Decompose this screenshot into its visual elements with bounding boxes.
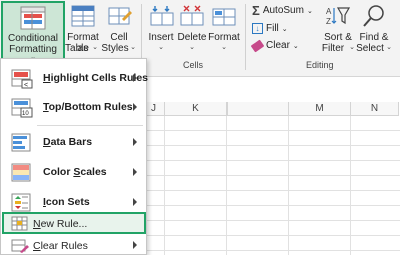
cell-styles-button[interactable]: Cell Styles ⌄ (101, 2, 136, 58)
group-separator (245, 4, 246, 70)
menu-item-clear-rules[interactable]: Clear Rules (3, 235, 144, 255)
column-header-n[interactable]: N (351, 102, 399, 116)
submenu-arrow-icon (133, 241, 137, 249)
format-label: Format (208, 32, 240, 43)
chevron-down-icon: ⌄ (306, 7, 313, 15)
gridline (143, 160, 400, 161)
svg-text:10: 10 (22, 111, 29, 117)
delete-label: Delete (177, 32, 207, 43)
gridline (143, 175, 400, 176)
sort-filter-label-1: Sort & (324, 32, 352, 43)
search-icon (363, 5, 384, 27)
submenu-arrow-icon (133, 138, 137, 146)
clear-label: Clear (266, 40, 290, 51)
cell-styles-icon (108, 7, 132, 25)
top-bottom-icon: 10 (11, 98, 33, 118)
format-as-table-label-2: Table (65, 43, 89, 54)
column-header-l-box (227, 102, 289, 116)
chevron-down-icon: ⌄ (158, 44, 164, 51)
format-cells-icon (212, 8, 236, 26)
find-select-label-2: Select (356, 43, 384, 54)
menu-item-data-bars[interactable]: Data Bars (3, 127, 144, 157)
cells-group-label: Cells (183, 60, 204, 70)
color-scales-icon (11, 163, 31, 182)
delete-button[interactable]: Delete ⌄ (176, 2, 208, 58)
menu-item-label: Icon Sets (43, 196, 90, 208)
fill-label: Fill (266, 23, 279, 34)
gridline (143, 220, 400, 221)
gridline (143, 235, 400, 236)
menu-item-label: Color Scales (43, 166, 107, 178)
menu-item-label: Clear Rules (33, 240, 88, 252)
column-header-m[interactable]: M (289, 102, 351, 116)
menu-item-color-scales[interactable]: Color Scales (3, 157, 144, 187)
sort-filter-label-2: Filter (321, 43, 345, 54)
chevron-down-icon: ⌄ (292, 42, 299, 50)
cell-styles-label-2: Styles (101, 43, 129, 54)
menu-item-top-bottom-rules[interactable]: 10 Top/Bottom Rules (3, 92, 144, 122)
chevron-down-icon: ⌄ (386, 44, 392, 51)
chevron-down-icon: ⌄ (130, 44, 136, 51)
gridline (143, 250, 400, 251)
sort-filter-button[interactable]: A Z Sort & Filter ⌄ (320, 2, 356, 58)
conditional-formatting-label-1: Conditional (7, 33, 59, 44)
new-rule-icon (11, 216, 28, 231)
insert-button[interactable]: Insert ⌄ (146, 2, 176, 58)
conditional-formatting-button[interactable]: Conditional Formatting ⌄ (1, 1, 65, 61)
menu-item-label: Data Bars (43, 136, 93, 148)
conditional-formatting-icon (20, 6, 46, 30)
format-button[interactable]: Format ⌄ (208, 2, 240, 58)
menu-item-new-rule[interactable]: New Rule... (2, 212, 146, 234)
data-bars-icon (11, 133, 31, 152)
icon-sets-icon (11, 193, 31, 212)
autosum-label: AutoSum (262, 5, 304, 16)
submenu-arrow-icon (133, 198, 137, 206)
gridline (143, 190, 400, 191)
sigma-icon: Σ (252, 2, 260, 18)
clear-button[interactable]: Clear ⌄ (250, 39, 299, 52)
chevron-down-icon: ⌄ (281, 25, 288, 33)
fill-button[interactable]: ↓ Fill ⌄ (252, 22, 288, 35)
fill-down-icon: ↓ (252, 23, 263, 34)
highlight-cells-icon: < (11, 69, 33, 89)
menu-item-label: Top/Bottom Rules (43, 101, 133, 113)
menu-separator (37, 125, 143, 126)
autosum-button[interactable]: Σ AutoSum ⌄ (252, 4, 313, 17)
gridline (143, 205, 400, 206)
submenu-arrow-icon (133, 74, 137, 82)
sort-filter-icon: A Z (326, 7, 350, 26)
find-select-label-1: Find & (359, 32, 389, 43)
delete-cells-icon (180, 5, 204, 26)
svg-text:<: < (24, 82, 28, 89)
submenu-arrow-icon (133, 168, 137, 176)
chevron-down-icon: ⌄ (92, 44, 98, 51)
format-as-table-icon (71, 5, 95, 27)
conditional-formatting-menu: < Highlight Cells Rules 10 Top/Bottom Ru… (0, 58, 148, 255)
cell-styles-label-1: Cell (110, 32, 128, 43)
menu-item-label: New Rule... (33, 218, 88, 230)
chevron-down-icon: ⌄ (189, 44, 195, 51)
gridline (143, 130, 400, 131)
menu-item-highlight-cells-rules[interactable]: < Highlight Cells Rules (3, 63, 148, 93)
svg-text:A: A (326, 7, 332, 16)
gridline (143, 145, 400, 146)
format-as-table-button[interactable]: Format as Table ⌄ (64, 2, 102, 58)
submenu-arrow-icon (133, 103, 137, 111)
eraser-icon (250, 39, 265, 52)
insert-label: Insert (148, 32, 174, 43)
column-header-k[interactable]: K (165, 102, 227, 116)
clear-rules-icon (11, 239, 29, 253)
insert-cells-icon (150, 6, 174, 26)
editing-group-label: Editing (306, 60, 334, 70)
column-header-divider (227, 102, 228, 116)
find-select-button[interactable]: Find & Select ⌄ (356, 2, 392, 58)
chevron-down-icon: ⌄ (221, 44, 227, 51)
svg-text:Z: Z (326, 17, 331, 26)
